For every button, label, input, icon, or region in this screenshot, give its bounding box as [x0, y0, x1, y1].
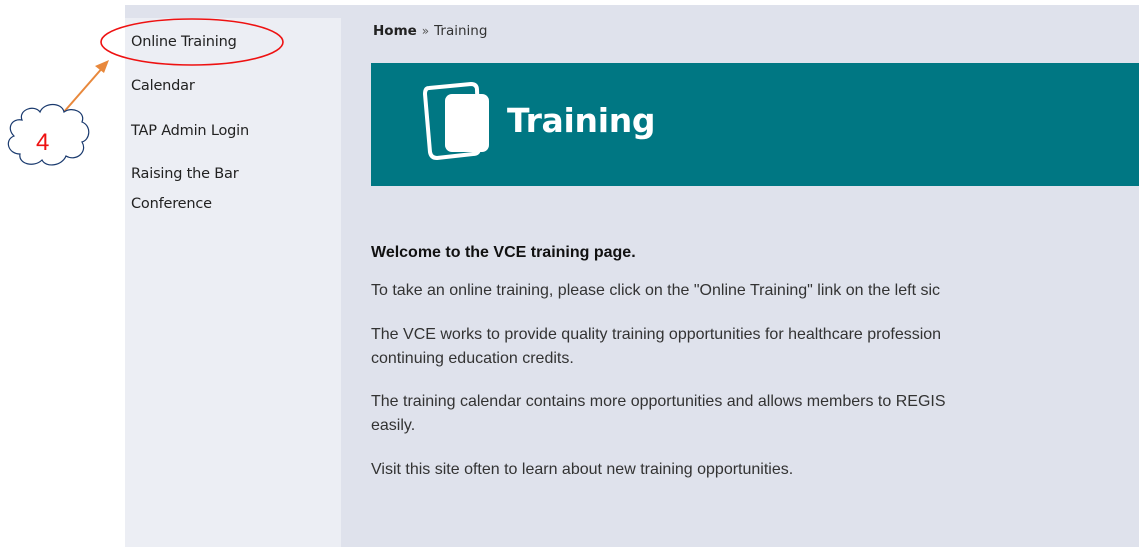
- sidebar: Online Training Calendar TAP Admin Login…: [125, 18, 341, 547]
- main-content: Home » Training Training Welcome to the VC…: [341, 5, 1139, 547]
- pointer-arrowhead: [95, 60, 109, 73]
- sidebar-item-calendar[interactable]: Calendar: [131, 77, 195, 96]
- sidebar-item-online-training[interactable]: Online Training: [131, 33, 237, 52]
- intro-paragraph: To take an online training, please click…: [371, 282, 941, 299]
- breadcrumb-home-link[interactable]: Home: [373, 23, 417, 39]
- welcome-heading: Welcome to the VCE training page.: [371, 244, 636, 261]
- breadcrumb: Home » Training: [373, 23, 487, 39]
- page: Online Training Calendar TAP Admin Login…: [0, 0, 1139, 547]
- sidebar-item-tap-admin-login[interactable]: TAP Admin Login: [131, 122, 249, 141]
- quality-paragraph-line2: continuing education credits.: [371, 350, 574, 367]
- calendar-paragraph-line2: easily.: [371, 417, 416, 434]
- page-banner: Training: [371, 63, 1139, 186]
- sidebar-item-raising-the-bar[interactable]: Raising the Bar: [131, 165, 239, 184]
- page-title: Training: [507, 101, 656, 140]
- sidebar-item-conference[interactable]: Conference: [131, 195, 212, 214]
- pointer-arrow-line: [62, 65, 105, 114]
- calendar-paragraph-line1: The training calendar contains more oppo…: [371, 393, 946, 410]
- breadcrumb-separator: »: [421, 24, 430, 38]
- visit-paragraph: Visit this site often to learn about new…: [371, 461, 794, 478]
- step-number-label: 4: [36, 129, 50, 156]
- breadcrumb-current: Training: [434, 23, 488, 39]
- quality-paragraph-line1: The VCE works to provide quality trainin…: [371, 326, 942, 343]
- training-logo-icon: [423, 82, 489, 160]
